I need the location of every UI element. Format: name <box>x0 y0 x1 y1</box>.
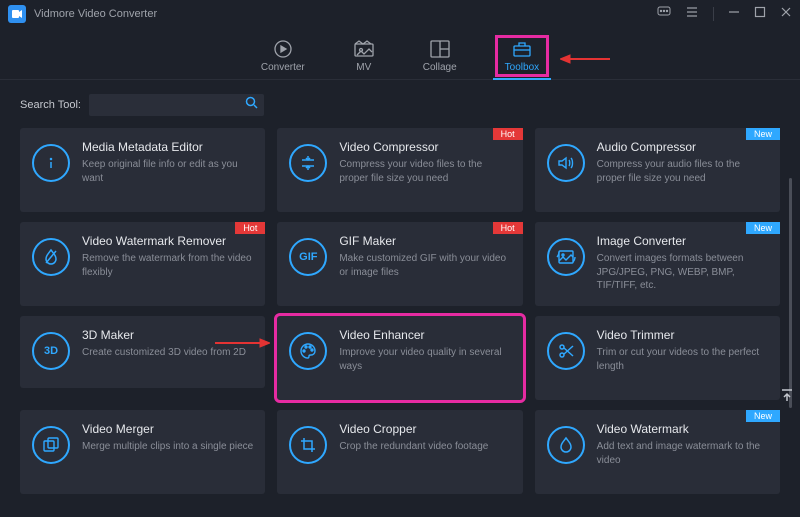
card-title: Video Merger <box>82 422 253 436</box>
tab-collage[interactable]: Collage <box>423 39 457 79</box>
palette-icon <box>289 332 327 370</box>
card-desc: Compress your video files to the proper … <box>339 158 510 185</box>
annotation-arrow-enhancer <box>215 336 270 355</box>
search-input[interactable] <box>95 99 245 111</box>
tool-media-metadata-editor[interactable]: Media Metadata Editor Keep original file… <box>20 128 265 212</box>
search-input-wrapper[interactable] <box>89 94 264 116</box>
collage-icon <box>429 39 451 59</box>
card-title: Video Cropper <box>339 422 510 436</box>
card-desc: Crop the redundant video footage <box>339 440 510 454</box>
card-title: Audio Compressor <box>597 140 768 154</box>
app-logo-icon <box>8 5 26 23</box>
tool-audio-compressor[interactable]: New Audio Compressor Compress your audio… <box>535 128 780 212</box>
tab-label: Toolbox <box>505 62 539 73</box>
maximize-button[interactable] <box>754 5 766 23</box>
minimize-button[interactable] <box>728 5 740 23</box>
scrollbar[interactable] <box>789 178 792 468</box>
card-desc: Improve your video quality in several wa… <box>339 346 510 373</box>
badge-hot: Hot <box>235 222 265 234</box>
info-icon <box>32 144 70 182</box>
card-desc: Add text and image watermark to the vide… <box>597 440 768 467</box>
tool-video-merger[interactable]: Video Merger Merge multiple clips into a… <box>20 410 265 494</box>
converter-icon <box>272 39 294 59</box>
tool-video-enhancer[interactable]: Video Enhancer Improve your video qualit… <box>277 316 522 400</box>
window-controls <box>657 5 792 24</box>
search-row: Search Tool: <box>20 94 780 116</box>
image-convert-icon <box>547 238 585 276</box>
card-desc: Keep original file info or edit as you w… <box>82 158 253 185</box>
tool-gif-maker[interactable]: Hot GIF GIF Maker Make customized GIF wi… <box>277 222 522 306</box>
tab-label: MV <box>356 62 371 73</box>
card-desc: Compress your audio files to the proper … <box>597 158 768 185</box>
tool-video-compressor[interactable]: Hot Video Compressor Compress your video… <box>277 128 522 212</box>
feedback-icon[interactable] <box>657 5 671 24</box>
tab-label: Collage <box>423 62 457 73</box>
card-title: Image Converter <box>597 234 768 248</box>
tab-converter[interactable]: Converter <box>261 39 305 79</box>
card-desc: Trim or cut your videos to the perfect l… <box>597 346 768 373</box>
droplet-icon <box>547 426 585 464</box>
scroll-to-top-icon[interactable] <box>780 388 794 407</box>
droplet-remove-icon <box>32 238 70 276</box>
menu-icon[interactable] <box>685 5 699 24</box>
card-desc: Remove the watermark from the video flex… <box>82 252 253 279</box>
scrollbar-thumb[interactable] <box>789 178 792 408</box>
scissors-icon <box>547 332 585 370</box>
tab-toolbox[interactable]: Toolbox <box>505 39 539 79</box>
gif-icon: GIF <box>289 238 327 276</box>
card-title: GIF Maker <box>339 234 510 248</box>
tool-video-watermark[interactable]: New Video Watermark Add text and image w… <box>535 410 780 494</box>
tool-image-converter[interactable]: New Image Converter Convert images forma… <box>535 222 780 306</box>
card-title: Video Watermark Remover <box>82 234 253 248</box>
three-d-icon: 3D <box>32 332 70 370</box>
annotation-arrow-toolbox <box>560 52 610 71</box>
card-desc: Make customized GIF with your video or i… <box>339 252 510 279</box>
tool-video-watermark-remover[interactable]: Hot Video Watermark Remover Remove the w… <box>20 222 265 306</box>
tab-mv[interactable]: MV <box>353 39 375 79</box>
badge-hot: Hot <box>493 222 523 234</box>
card-desc: Convert images formats between JPG/JPEG,… <box>597 252 768 293</box>
card-title: Video Compressor <box>339 140 510 154</box>
divider <box>713 7 714 21</box>
tools-grid: Media Metadata Editor Keep original file… <box>20 128 780 494</box>
tool-video-cropper[interactable]: Video Cropper Crop the redundant video f… <box>277 410 522 494</box>
card-title: Video Watermark <box>597 422 768 436</box>
main-tabs: Converter MV Collage Toolbox <box>0 28 800 80</box>
toolbox-icon <box>511 39 533 59</box>
card-desc: Merge multiple clips into a single piece <box>82 440 253 454</box>
merge-icon <box>32 426 70 464</box>
badge-hot: Hot <box>493 128 523 140</box>
close-button[interactable] <box>780 5 792 23</box>
card-title: Video Enhancer <box>339 328 510 342</box>
titlebar: Vidmore Video Converter <box>0 0 800 28</box>
content-area: Search Tool: Media Metadata Editor Keep … <box>0 80 800 517</box>
compress-icon <box>289 144 327 182</box>
search-icon[interactable] <box>245 96 258 114</box>
audio-compress-icon <box>547 144 585 182</box>
tool-video-trimmer[interactable]: Video Trimmer Trim or cut your videos to… <box>535 316 780 400</box>
badge-new: New <box>746 128 780 140</box>
badge-new: New <box>746 222 780 234</box>
app-title: Vidmore Video Converter <box>34 8 657 20</box>
card-title: Video Trimmer <box>597 328 768 342</box>
badge-new: New <box>746 410 780 422</box>
search-label: Search Tool: <box>20 99 81 111</box>
tab-label: Converter <box>261 62 305 73</box>
mv-icon <box>353 39 375 59</box>
card-title: Media Metadata Editor <box>82 140 253 154</box>
crop-icon <box>289 426 327 464</box>
